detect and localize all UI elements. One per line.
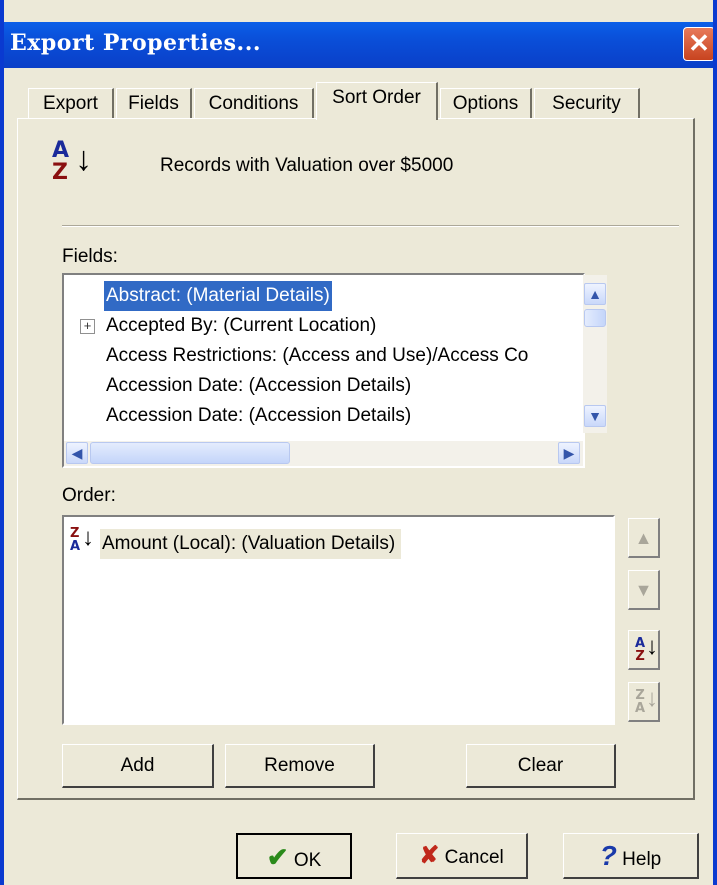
list-item[interactable]: Accepted By: (Current Location)	[106, 311, 376, 341]
fields-list[interactable]: Abstract: (Material Details) + Accepted …	[62, 273, 585, 468]
checkmark-icon: ✔	[266, 842, 289, 872]
window-title: Export Properties...	[10, 30, 262, 56]
scroll-left-icon[interactable]: ◀	[66, 442, 88, 464]
horizontal-scrollbar[interactable]: ◀ ▶	[64, 441, 583, 466]
list-item[interactable]: Accession Date: (Accession Details)	[106, 371, 411, 401]
tab-security[interactable]: Security	[534, 88, 640, 118]
cancel-label: Cancel	[444, 847, 504, 868]
window-border-right	[713, 0, 717, 885]
sort-arrow-icon: ↓	[82, 524, 94, 551]
sort-descending-icon: Z A	[70, 526, 81, 554]
move-down-button[interactable]: ▼	[628, 570, 660, 610]
list-item[interactable]: Abstract: (Material Details)	[104, 281, 332, 311]
list-item[interactable]: Access Restrictions: (Access and Use)/Ac…	[106, 341, 528, 371]
help-button[interactable]: ? Help	[563, 833, 699, 879]
help-icon: ?	[599, 840, 617, 871]
header-divider	[62, 225, 679, 227]
window-border-left	[0, 0, 4, 885]
scroll-down-icon[interactable]: ▼	[584, 405, 606, 427]
tab-sort-order[interactable]: Sort Order	[316, 82, 438, 120]
sort-arrow-icon: ↓	[646, 685, 658, 712]
add-button[interactable]: Add	[62, 744, 214, 788]
order-list[interactable]: Z A ↓ Amount (Local): (Valuation Details…	[62, 515, 615, 725]
ok-button[interactable]: ✔ OK	[236, 833, 352, 879]
close-icon: ✕	[688, 28, 710, 58]
fields-label: Fields:	[62, 246, 118, 267]
order-label: Order:	[62, 485, 116, 506]
arrow-up-icon: ▲	[634, 528, 653, 548]
remove-button[interactable]: Remove	[225, 744, 375, 788]
list-item[interactable]: Accession Date: (Accession Details)	[106, 401, 411, 431]
cancel-button[interactable]: ✘ Cancel	[396, 833, 528, 879]
sort-arrow-icon: ↓	[646, 633, 658, 660]
ok-label: OK	[293, 850, 322, 871]
expand-icon[interactable]: +	[80, 319, 95, 334]
tab-fields[interactable]: Fields	[116, 88, 192, 118]
vertical-scrollbar[interactable]: ▲ ▼	[583, 275, 607, 433]
tab-export[interactable]: Export	[28, 88, 114, 118]
scroll-right-icon[interactable]: ▶	[558, 442, 580, 464]
tab-options[interactable]: Options	[440, 88, 532, 118]
list-item[interactable]: Amount (Local): (Valuation Details)	[100, 529, 402, 559]
scrollbar-thumb[interactable]	[90, 442, 290, 464]
help-label: Help	[622, 849, 662, 870]
sort-descending-disabled-icon: Z A	[635, 688, 646, 716]
clear-button[interactable]: Clear	[466, 744, 616, 788]
sort-ascending-button[interactable]: A Z ↓	[628, 630, 660, 670]
scrollbar-thumb[interactable]	[584, 309, 606, 327]
cancel-x-icon: ✘	[419, 842, 440, 869]
close-button[interactable]: ✕	[683, 27, 715, 61]
sort-descending-button[interactable]: Z A ↓	[628, 682, 660, 722]
sort-description: Records with Valuation over $5000	[160, 155, 454, 176]
sort-ascending-icon: A Z	[635, 636, 646, 664]
sort-ascending-icon: A Z	[52, 138, 70, 185]
sort-arrow-icon: ↓	[75, 140, 92, 178]
move-up-button[interactable]: ▲	[628, 518, 660, 558]
scroll-up-icon[interactable]: ▲	[584, 283, 606, 305]
arrow-down-icon: ▼	[634, 580, 653, 600]
tab-conditions[interactable]: Conditions	[194, 88, 314, 118]
